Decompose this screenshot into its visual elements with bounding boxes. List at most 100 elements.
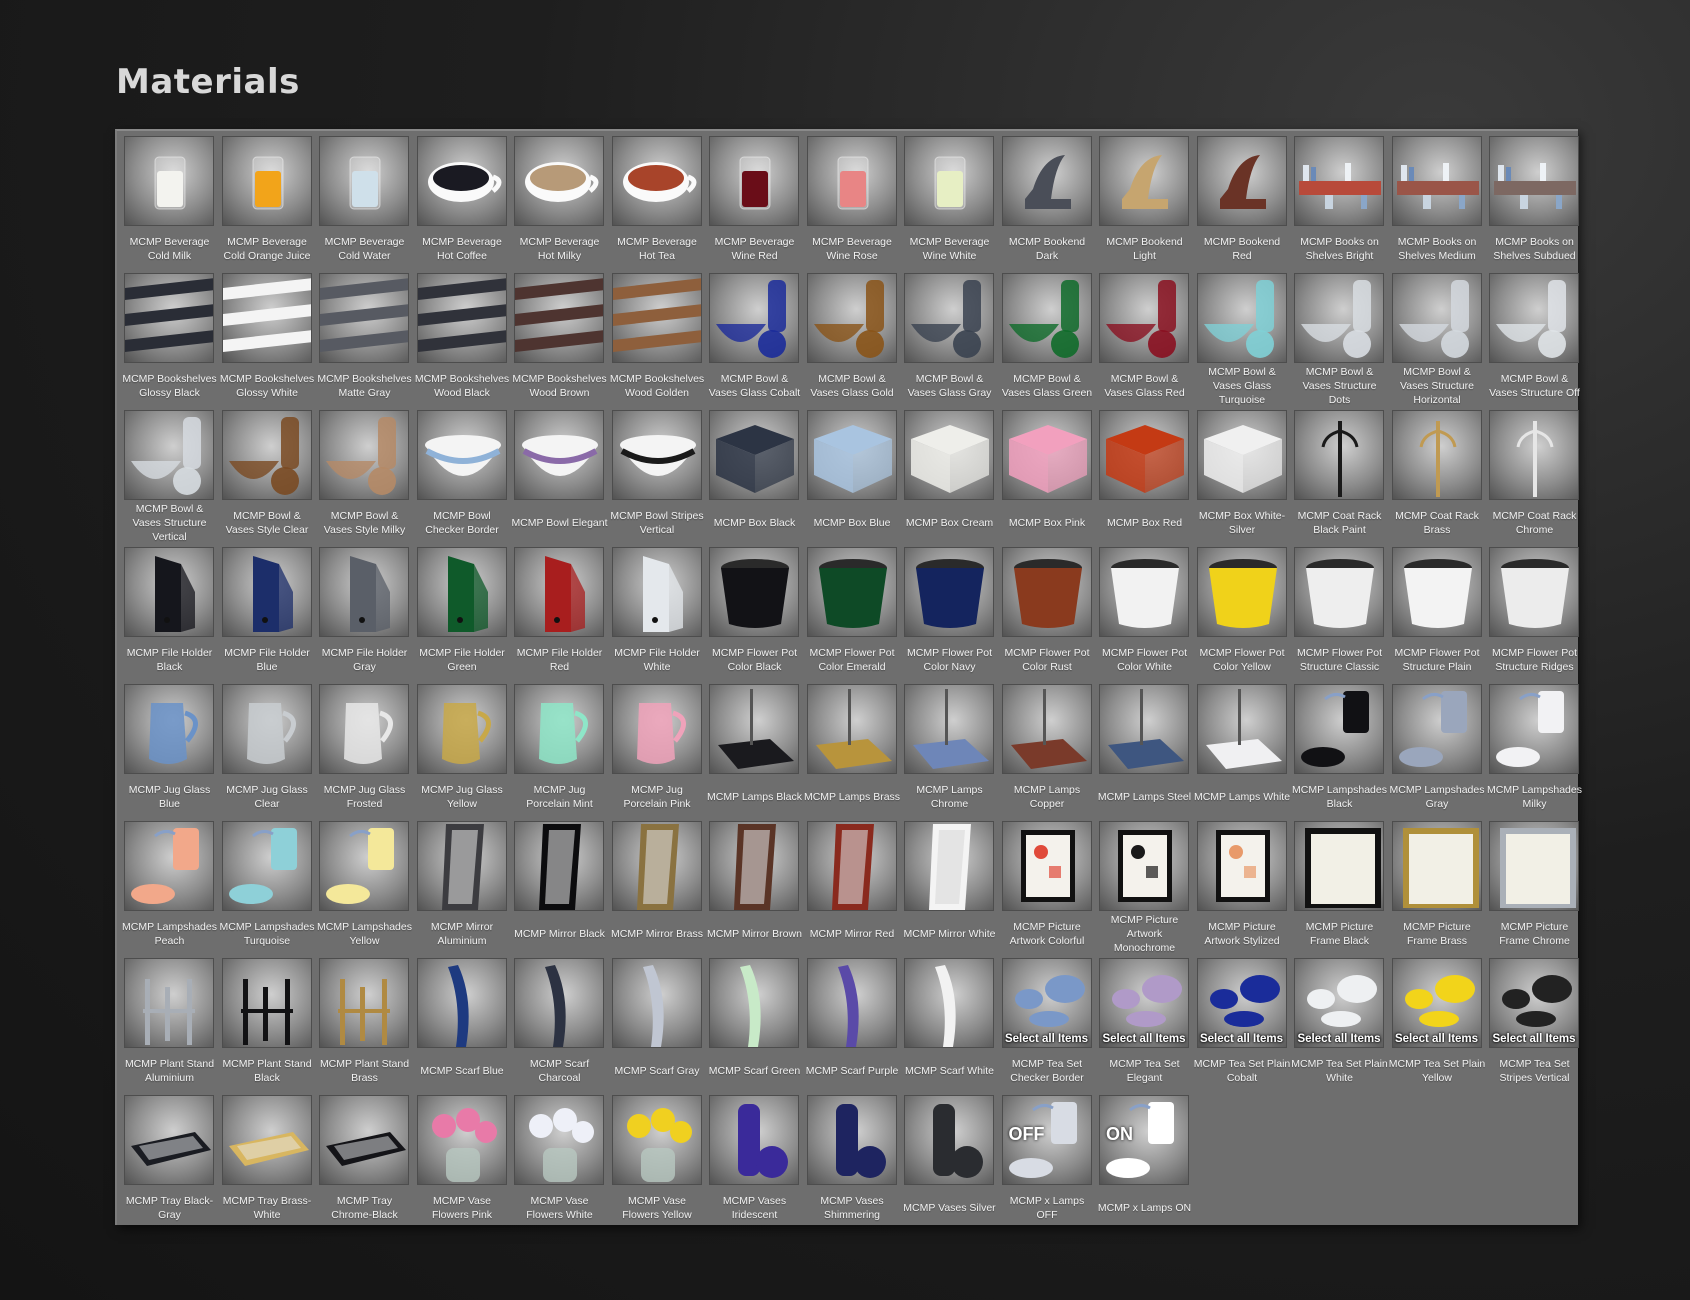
bowl-vases-horizontal-icon[interactable] <box>1391 273 1482 363</box>
lamp-chrome-icon[interactable] <box>904 684 994 774</box>
material-tile[interactable]: MCMP File Holder Blue <box>219 545 316 682</box>
picture-colorful-icon[interactable] <box>1001 821 1092 911</box>
material-tile[interactable]: MCMP Scarf Charcoal <box>511 956 608 1093</box>
material-tile[interactable]: MCMP Vases Shimmering <box>804 1093 901 1230</box>
jug-glass-frosted-icon[interactable] <box>319 684 409 774</box>
material-tile[interactable]: MCMP Tray Black-Gray <box>121 1093 218 1230</box>
vase-flowers-pink-icon[interactable] <box>416 1095 507 1185</box>
material-tile[interactable]: MCMP File Holder Green <box>414 545 511 682</box>
glass-orange-juice-icon[interactable] <box>221 136 312 226</box>
books-shelves-medium-icon[interactable] <box>1391 136 1482 226</box>
lampshade-yellow-icon[interactable] <box>319 821 409 911</box>
material-tile[interactable]: MCMP Scarf Green <box>706 956 803 1093</box>
scarf-green-icon[interactable] <box>709 958 799 1048</box>
material-tile[interactable]: MCMP Scarf Gray <box>609 956 706 1093</box>
material-tile[interactable]: MCMP Flower Pot Structure Plain <box>1389 545 1486 682</box>
material-tile[interactable]: MCMP Mirror Red <box>804 819 901 956</box>
material-tile[interactable]: MCMP Flower Pot Structure Ridges <box>1486 545 1583 682</box>
flower-pot-classic-icon[interactable] <box>1294 547 1384 637</box>
bowl-checker-border-icon[interactable] <box>416 410 507 500</box>
material-tile[interactable]: MCMP Lampshades Gray <box>1389 682 1486 819</box>
frame-chrome-icon[interactable] <box>1489 821 1579 911</box>
material-tile[interactable]: MCMP Bookshelves Wood Golden <box>609 271 706 408</box>
plant-stand-black-icon[interactable] <box>221 958 312 1048</box>
material-tile[interactable]: Select all Items MCMP Tea Set Plain Cobal… <box>1194 956 1291 1093</box>
material-tile[interactable]: MCMP Bowl & Vases Structure Off <box>1486 271 1583 408</box>
bowl-vases-green-icon[interactable] <box>1001 273 1092 363</box>
mirror-brass-icon[interactable] <box>611 821 702 911</box>
material-tile[interactable]: MCMP Bookshelves Wood Black <box>414 271 511 408</box>
bowl-vases-vertical-icon[interactable] <box>124 410 214 500</box>
material-tile[interactable]: MCMP Bowl & Vases Glass Cobalt <box>706 271 803 408</box>
material-tile[interactable]: MCMP Coat Rack Black Paint <box>1291 408 1388 545</box>
wine-glass-red-icon[interactable] <box>709 136 799 226</box>
lamp-black-icon[interactable] <box>709 684 799 774</box>
material-tile[interactable]: MCMP Scarf Blue <box>414 956 511 1093</box>
material-tile[interactable]: MCMP Bowl & Vases Structure Vertical <box>121 408 218 545</box>
jug-porcelain-pink-icon[interactable] <box>611 684 702 774</box>
books-shelves-bright-icon[interactable] <box>1294 136 1384 226</box>
box-cream-icon[interactable] <box>904 410 994 500</box>
material-tile[interactable]: MCMP Flower Pot Color Yellow <box>1194 545 1291 682</box>
coat-rack-chrome-icon[interactable] <box>1489 410 1579 500</box>
material-tile[interactable]: MCMP Jug Glass Blue <box>121 682 218 819</box>
picture-monochrome-icon[interactable] <box>1099 821 1189 911</box>
material-tile[interactable]: MCMP Coat Rack Brass <box>1389 408 1486 545</box>
material-tile[interactable]: MCMP Mirror White <box>901 819 998 956</box>
bowl-vases-turquoise-icon[interactable] <box>1196 273 1287 363</box>
material-tile[interactable]: MCMP Books on Shelves Medium <box>1389 134 1486 271</box>
material-tile[interactable]: MCMP Lamps Chrome <box>901 682 998 819</box>
material-tile[interactable]: MCMP Bowl & Vases Glass Gold <box>804 271 901 408</box>
box-black-icon[interactable] <box>709 410 799 500</box>
box-white-silver-icon[interactable] <box>1196 410 1287 500</box>
mirror-red-icon[interactable] <box>806 821 897 911</box>
material-tile[interactable]: MCMP Lampshades Turquoise <box>219 819 316 956</box>
lamp-white-icon[interactable] <box>1196 684 1287 774</box>
lamps-on-icon[interactable]: ON <box>1099 1095 1189 1185</box>
material-tile[interactable]: MCMP Bowl & Vases Structure Horizontal <box>1389 271 1486 408</box>
material-tile[interactable]: MCMP Lampshades Black <box>1291 682 1388 819</box>
bowl-elegant-icon[interactable] <box>514 410 604 500</box>
file-holder-red-icon[interactable] <box>514 547 604 637</box>
vases-silver-icon[interactable] <box>904 1095 994 1185</box>
lampshade-turquoise-icon[interactable] <box>221 821 312 911</box>
material-tile[interactable]: MCMP Bowl & Vases Style Clear <box>219 408 316 545</box>
tea-set-white-icon[interactable]: Select all Items <box>1294 958 1384 1048</box>
cup-tea-icon[interactable] <box>611 136 702 226</box>
material-tile[interactable]: MCMP Bookshelves Glossy Black <box>121 271 218 408</box>
material-tile[interactable]: MCMP Mirror Black <box>511 819 608 956</box>
material-tile[interactable]: MCMP Scarf Purple <box>804 956 901 1093</box>
bowl-vases-style-milky-icon[interactable] <box>319 410 409 500</box>
file-holder-gray-icon[interactable] <box>319 547 409 637</box>
material-tile[interactable]: MCMP Plant Stand Black <box>219 956 316 1093</box>
material-tile[interactable]: MCMP Scarf White <box>901 956 998 1093</box>
material-tile[interactable]: MCMP Flower Pot Color White <box>1096 545 1193 682</box>
frame-black-icon[interactable] <box>1294 821 1384 911</box>
material-tile[interactable]: ON MCMP x Lamps ON <box>1096 1093 1193 1230</box>
scarf-gray-icon[interactable] <box>611 958 702 1048</box>
material-tile[interactable]: MCMP Bowl Checker Border <box>414 408 511 545</box>
material-tile[interactable]: MCMP Jug Porcelain Pink <box>609 682 706 819</box>
plant-stand-aluminium-icon[interactable] <box>124 958 214 1048</box>
coat-rack-brass-icon[interactable] <box>1391 410 1482 500</box>
material-tile[interactable]: MCMP Vase Flowers Pink <box>414 1093 511 1230</box>
lampshade-peach-icon[interactable] <box>124 821 214 911</box>
material-tile[interactable]: MCMP Flower Pot Structure Classic <box>1291 545 1388 682</box>
tea-set-stripes-icon[interactable]: Select all Items <box>1489 958 1579 1048</box>
flower-pot-plain-icon[interactable] <box>1391 547 1482 637</box>
file-holder-blue-icon[interactable] <box>221 547 312 637</box>
vase-flowers-yellow-icon[interactable] <box>611 1095 702 1185</box>
material-tile[interactable]: MCMP Plant Stand Brass <box>316 956 413 1093</box>
material-tile[interactable]: Select all Items MCMP Tea Set Plain Yello… <box>1389 956 1486 1093</box>
glass-milk-icon[interactable] <box>124 136 214 226</box>
shelves-glossy-white-icon[interactable] <box>221 273 312 363</box>
bowl-vases-gold-icon[interactable] <box>806 273 897 363</box>
material-tile[interactable]: MCMP Plant Stand Aluminium <box>121 956 218 1093</box>
material-tile[interactable]: MCMP Flower Pot Color Rust <box>999 545 1096 682</box>
material-tile[interactable]: MCMP Picture Artwork Stylized <box>1194 819 1291 956</box>
material-tile[interactable]: MCMP Bowl & Vases Glass Red <box>1096 271 1193 408</box>
material-tile[interactable]: MCMP Beverage Cold Water <box>316 134 413 271</box>
material-tile[interactable]: MCMP Jug Glass Clear <box>219 682 316 819</box>
file-holder-green-icon[interactable] <box>416 547 507 637</box>
wine-glass-rose-icon[interactable] <box>806 136 897 226</box>
